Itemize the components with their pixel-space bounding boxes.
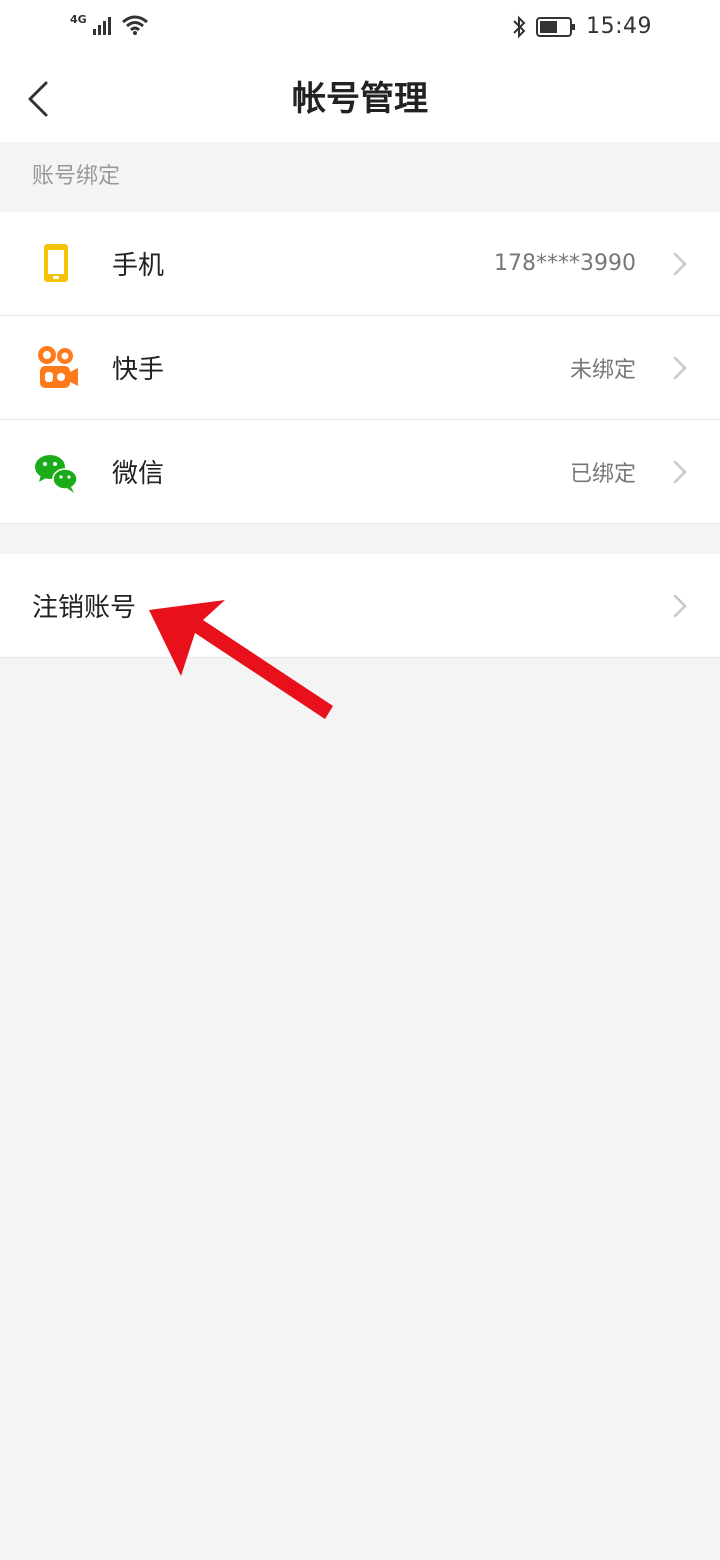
binding-value: 未绑定 [569,357,636,383]
account-list: 注销账号 [0,554,720,658]
phone-icon [32,240,80,288]
bluetooth-icon [513,15,526,38]
signal-icon [92,17,111,35]
binding-value: 已绑定 [569,461,636,487]
wechat-icon [32,448,80,496]
binding-label: 快手 [112,355,165,385]
binding-label: 手机 [112,251,165,281]
binding-row-kuaishou[interactable]: 快手 未绑定 [0,316,720,420]
status-right: 15:49 [512,14,652,39]
wifi-icon [121,15,148,35]
status-bar: 4G 15:49 [0,0,720,56]
page-title: 帐号管理 [292,79,428,119]
section-label-binding: 账号绑定 [32,164,121,189]
chevron-right-icon [673,252,687,275]
binding-label: 微信 [112,459,165,489]
binding-row-wechat[interactable]: 微信 已绑定 [0,420,720,524]
network-type: 4G [70,12,87,26]
cancel-account-label: 注销账号 [32,593,137,623]
binding-value: 178****3990 [494,251,636,276]
cancel-account-row[interactable]: 注销账号 [0,554,720,658]
status-left: 4G [70,12,149,36]
chevron-right-icon [673,594,687,617]
bindings-list: 手机 178****3990 快手 未绑定 微信 已绑定 [0,212,720,524]
status-time: 15:49 [586,14,652,39]
arrow-shape [149,600,333,719]
binding-row-phone[interactable]: 手机 178****3990 [0,212,720,316]
battery-icon [536,16,576,37]
kuaishou-icon [32,344,80,392]
chevron-right-icon [673,356,687,379]
chevron-right-icon [673,460,687,483]
header: 帐号管理 [0,56,720,142]
annotation-arrow [149,600,333,719]
